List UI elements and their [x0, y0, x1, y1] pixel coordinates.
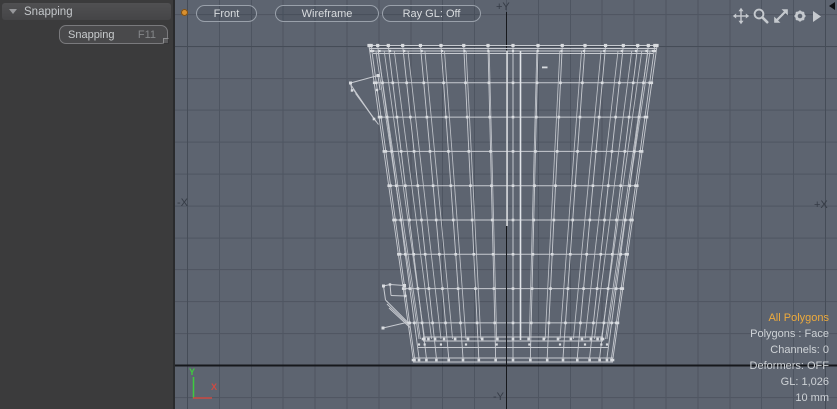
- workplane-label-pos-y: +Y: [496, 1, 510, 13]
- shading-mode-button[interactable]: Wireframe: [275, 5, 379, 22]
- axis-y-label: Y: [189, 367, 195, 377]
- viewport-3d[interactable]: Front Wireframe Ray GL: Off: [175, 0, 837, 409]
- disclosure-triangle-icon: [9, 9, 17, 14]
- hud-deformers: Deformers: OFF: [750, 358, 829, 374]
- corner-collapse-icon[interactable]: [829, 2, 835, 10]
- resize-notch[interactable]: [163, 38, 169, 44]
- hud-grid-size: 10 mm: [750, 390, 829, 406]
- viewport-canvas: [175, 0, 837, 409]
- snapping-button-shortcut: F11: [138, 29, 156, 41]
- gear-icon[interactable]: [791, 7, 809, 25]
- app-window: Snapping Snapping F11 Front Wire: [0, 0, 837, 409]
- maximize-icon[interactable]: [772, 7, 790, 25]
- zoom-icon[interactable]: [752, 7, 770, 25]
- grid-major-lines: [175, 0, 837, 409]
- workplane-label-neg-x: -X: [177, 197, 188, 209]
- workplane-label-neg-y: -Y: [493, 391, 504, 403]
- hud-gl-count: GL: 1,026: [750, 374, 829, 390]
- mug-wireframe: [349, 44, 659, 362]
- snapping-panel: Snapping Snapping F11: [0, 0, 175, 409]
- flyout-icon[interactable]: [813, 10, 831, 28]
- snapping-button-label: Snapping: [68, 29, 115, 41]
- workplane-label-pos-x: +X: [814, 199, 828, 211]
- snapping-button[interactable]: Snapping F11: [59, 25, 168, 44]
- hud-channels: Channels: 0: [750, 342, 829, 358]
- view-mode-button[interactable]: Front: [196, 5, 257, 22]
- raygl-button[interactable]: Ray GL: Off: [382, 5, 481, 22]
- panel-header-label: Snapping: [24, 6, 73, 18]
- axis-gizmo: [193, 377, 212, 399]
- axis-x-label: X: [211, 382, 217, 392]
- panel-header-snapping[interactable]: Snapping: [2, 3, 171, 20]
- hud-polygon-type: Polygons : Face: [750, 326, 829, 342]
- pan-icon[interactable]: [732, 7, 750, 25]
- hud-selection-mode: All Polygons: [750, 310, 829, 326]
- viewport-rotate-handle[interactable]: [181, 9, 188, 16]
- viewport-info-hud: All Polygons Polygons : Face Channels: 0…: [750, 310, 829, 406]
